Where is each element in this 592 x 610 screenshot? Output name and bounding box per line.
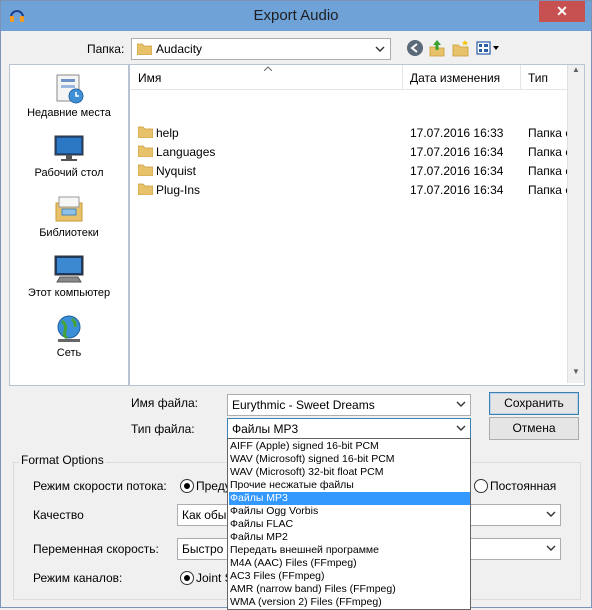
- dropdown-option[interactable]: Прочие несжатые файлы: [229, 479, 470, 492]
- dropdown-option[interactable]: Файлы Ogg Vorbis: [229, 505, 470, 518]
- filename-label: Имя файла:: [131, 396, 198, 410]
- column-divider[interactable]: [402, 65, 403, 89]
- dropdown-option-selected[interactable]: Файлы MP3: [229, 492, 470, 505]
- chevron-down-icon[interactable]: [546, 542, 556, 554]
- libraries-icon: [55, 196, 83, 222]
- vertical-scrollbar[interactable]: ▲ ▼: [567, 65, 584, 383]
- bitrate-mode-label: Режим скорости потока:: [33, 479, 167, 493]
- window-title: Export Audio: [253, 7, 339, 24]
- place-desktop[interactable]: Рабочий стол: [10, 133, 128, 179]
- dropdown-option[interactable]: Передать внешней программе: [229, 544, 470, 557]
- file-name: help: [156, 126, 179, 140]
- lookin-label: Папка:: [87, 42, 125, 56]
- filename-input[interactable]: Eurythmic - Sweet Dreams: [227, 394, 471, 416]
- bitrate-mode-radio-2[interactable]: [474, 479, 488, 493]
- file-date: 17.07.2016 16:34: [410, 164, 504, 178]
- filetype-dropdown-list[interactable]: AIFF (Apple) signed 16-bit PCM WAV (Micr…: [227, 438, 471, 610]
- up-folder-icon[interactable]: [428, 39, 446, 57]
- close-button[interactable]: ✕: [539, 1, 585, 22]
- table-row[interactable]: help 17.07.2016 16:33 Папка с ф: [130, 123, 568, 142]
- dropdown-option[interactable]: M4A (AAC) Files (FFmpeg): [229, 557, 470, 570]
- file-type: Папка с ф: [528, 126, 568, 140]
- scroll-down-icon[interactable]: ▼: [568, 367, 584, 383]
- lookin-value: Audacity: [156, 42, 203, 56]
- format-options-title: Format Options: [19, 453, 106, 467]
- file-type: Папка с ф: [528, 145, 568, 159]
- place-label: Сеть: [56, 347, 82, 359]
- quality-value: Как обы: [182, 508, 227, 522]
- title-bar[interactable]: Export Audio ✕: [1, 1, 591, 31]
- file-name: Nyquist: [156, 164, 197, 178]
- file-list[interactable]: Имя Дата изменения Тип help 17.07.2016 1…: [129, 64, 585, 386]
- bitrate-mode-radio-1[interactable]: [180, 479, 194, 493]
- table-row[interactable]: Plug-Ins 17.07.2016 16:34 Папка с ф: [130, 180, 568, 199]
- chevron-down-icon[interactable]: [456, 398, 466, 410]
- folder-icon: [138, 164, 153, 176]
- network-icon: [57, 315, 81, 342]
- table-row[interactable]: Languages 17.07.2016 16:34 Папка с ф: [130, 142, 568, 161]
- file-type: Папка с ф: [528, 164, 568, 178]
- column-divider[interactable]: [520, 65, 521, 89]
- dropdown-option[interactable]: WAV (Microsoft) signed 16-bit PCM: [229, 453, 470, 466]
- dropdown-option[interactable]: Файлы MP2: [229, 531, 470, 544]
- chevron-down-icon[interactable]: [374, 42, 386, 56]
- filetype-label: Тип файла:: [131, 422, 195, 436]
- file-type: Папка с ф: [528, 183, 568, 197]
- bitrate-mode-option-1: Преду: [196, 479, 231, 493]
- back-icon[interactable]: [406, 39, 424, 57]
- channel-mode-radio-1[interactable]: [180, 571, 194, 585]
- view-menu-icon[interactable]: [476, 39, 500, 57]
- folder-icon: [138, 126, 153, 138]
- column-header-name[interactable]: Имя: [138, 71, 161, 85]
- place-label: Недавние места: [27, 107, 111, 119]
- chevron-down-icon[interactable]: [546, 508, 556, 520]
- variable-speed-label: Переменная скорость:: [33, 542, 159, 556]
- file-name: Languages: [156, 145, 216, 159]
- recent-places-icon: [56, 74, 84, 104]
- save-button[interactable]: Сохранить: [489, 392, 579, 415]
- folder-icon: [138, 145, 153, 157]
- chevron-down-icon[interactable]: [456, 422, 466, 434]
- column-header-type[interactable]: Тип: [528, 71, 548, 85]
- place-computer[interactable]: Этот компьютер: [10, 253, 128, 299]
- dropdown-option[interactable]: WAV (Microsoft) 32-bit float PCM: [229, 466, 470, 479]
- dropdown-option[interactable]: WMA (version 2) Files (FFmpeg): [229, 596, 470, 609]
- place-recent[interactable]: Недавние места: [10, 73, 128, 119]
- dropdown-option[interactable]: AC3 Files (FFmpeg): [229, 570, 470, 583]
- quality-label: Качество: [33, 508, 84, 522]
- cancel-button[interactable]: Отмена: [489, 417, 579, 440]
- place-label: Этот компьютер: [27, 287, 111, 299]
- filename-value: Eurythmic - Sweet Dreams: [232, 398, 375, 412]
- dropdown-option[interactable]: AMR (narrow band) Files (FFmpeg): [229, 583, 470, 596]
- bitrate-mode-option-2: Постоянная: [490, 479, 557, 493]
- sort-ascending-icon: [264, 66, 272, 71]
- column-header-date[interactable]: Дата изменения: [410, 71, 500, 85]
- file-date: 17.07.2016 16:34: [410, 145, 504, 159]
- table-row[interactable]: Nyquist 17.07.2016 16:34 Папка с ф: [130, 161, 568, 180]
- dropdown-option[interactable]: AIFF (Apple) signed 16-bit PCM: [229, 440, 470, 453]
- file-date: 17.07.2016 16:33: [410, 126, 504, 140]
- lookin-combo[interactable]: Audacity: [131, 38, 391, 60]
- place-network[interactable]: Сеть: [10, 313, 128, 359]
- place-libraries[interactable]: Библиотеки: [10, 193, 128, 239]
- places-bar: Недавние места Рабочий стол Библиотеки Э…: [9, 64, 129, 386]
- place-label: Рабочий стол: [34, 167, 104, 179]
- place-label: Библиотеки: [39, 227, 99, 239]
- file-name: Plug-Ins: [156, 183, 201, 197]
- scroll-up-icon[interactable]: ▲: [568, 65, 584, 81]
- filetype-select[interactable]: Файлы MP3: [227, 418, 471, 440]
- file-list-header: Имя Дата изменения Тип: [130, 65, 568, 90]
- filetype-value: Файлы MP3: [232, 422, 299, 436]
- channel-mode-label: Режим каналов:: [33, 571, 123, 585]
- folder-icon: [138, 183, 153, 195]
- computer-icon: [54, 255, 84, 283]
- dropdown-option[interactable]: Файлы FLAC: [229, 518, 470, 531]
- new-folder-icon[interactable]: [452, 39, 470, 57]
- desktop-icon: [54, 135, 84, 161]
- variable-speed-value: Быстро: [182, 542, 224, 556]
- folder-icon: [137, 43, 152, 55]
- file-date: 17.07.2016 16:34: [410, 183, 504, 197]
